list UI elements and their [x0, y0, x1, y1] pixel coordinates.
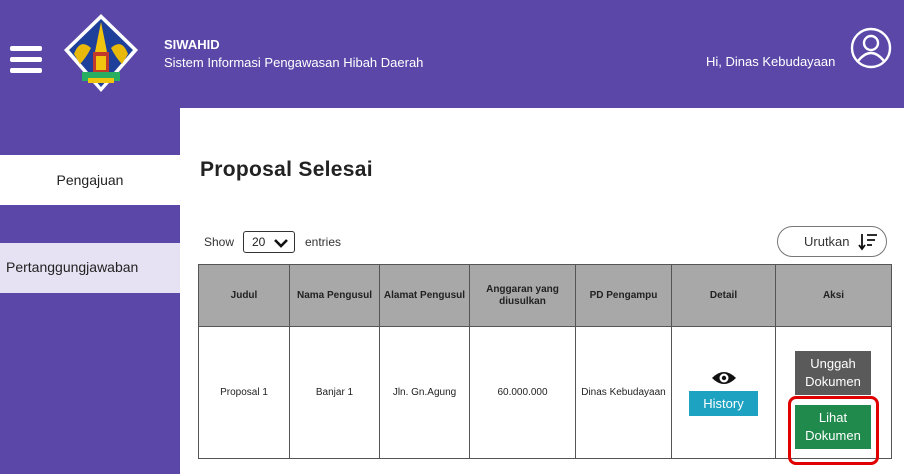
sidebar: Pengajuan Pertanggungjawaban: [0, 108, 180, 474]
cell-judul: Proposal 1: [198, 326, 290, 459]
column-header-anggaran: Anggaran yang diusulkan: [469, 264, 576, 327]
cell-anggaran: 60.000.000: [469, 326, 576, 459]
cell-detail: History: [671, 326, 776, 459]
sort-label: Urutkan: [804, 234, 850, 249]
eye-icon[interactable]: [711, 369, 737, 387]
sort-icon: [858, 234, 877, 251]
history-button[interactable]: History: [689, 391, 758, 416]
column-header-nama-pengusul: Nama Pengusul: [289, 264, 380, 327]
hamburger-icon[interactable]: [10, 46, 42, 76]
column-header-detail: Detail: [671, 264, 776, 327]
app-subtitle: Sistem Informasi Pengawasan Hibah Daerah: [164, 55, 424, 70]
sidebar-item-pengajuan[interactable]: Pengajuan: [0, 155, 180, 205]
province-logo: [64, 14, 138, 92]
sidebar-item-label: Pengajuan: [56, 172, 124, 188]
column-header-alamat-pengusul: Alamat Pengusul: [379, 264, 470, 327]
top-navbar: SIWAHID Sistem Informasi Pengawasan Hiba…: [0, 0, 904, 108]
upload-document-button[interactable]: Unggah Dokumen: [795, 351, 871, 395]
column-header-aksi: Aksi: [775, 264, 892, 327]
entries-select[interactable]: 20: [243, 231, 295, 253]
column-header-judul: Judul: [198, 264, 290, 327]
user-greeting: Hi, Dinas Kebudayaan: [706, 54, 836, 69]
chevron-down-icon: [274, 239, 288, 248]
entries-label: entries: [305, 235, 342, 249]
cell-pd-pengampu: Dinas Kebudayaan: [575, 326, 672, 459]
column-header-pd-pengampu: PD Pengampu: [575, 264, 672, 327]
sort-button[interactable]: Urutkan: [777, 226, 887, 257]
sidebar-item-label: Pertanggungjawaban: [6, 259, 139, 275]
app-name: SIWAHID: [164, 37, 220, 52]
cell-nama: Banjar 1: [289, 326, 380, 459]
highlight-outline: [788, 396, 879, 465]
cell-alamat: Jln. Gn.Agung: [379, 326, 470, 459]
table-header-row: Judul Nama Pengusul Alamat Pengusul Angg…: [198, 264, 892, 327]
user-icon[interactable]: [850, 27, 892, 69]
show-label: Show: [204, 235, 235, 249]
entries-value: 20: [252, 235, 266, 249]
sidebar-item-pertanggungjawaban[interactable]: Pertanggungjawaban: [0, 243, 180, 293]
page-title: Proposal Selesai: [200, 158, 373, 181]
